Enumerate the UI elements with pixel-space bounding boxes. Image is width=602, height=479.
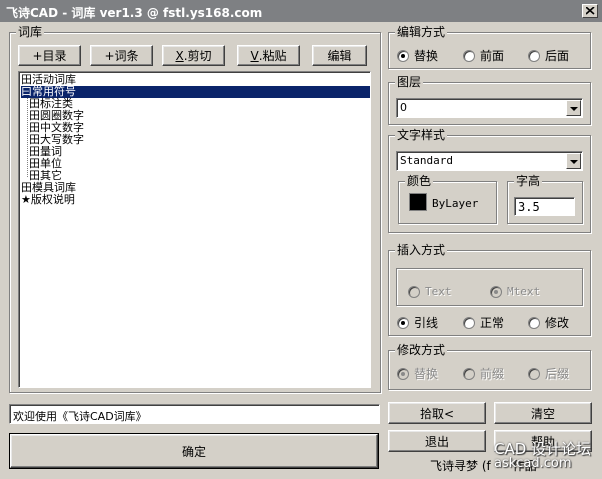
author-credit-text: 飞诗寻梦 (f bbox=[430, 459, 491, 473]
ok-button[interactable]: 确定 bbox=[9, 433, 379, 469]
color-swatch[interactable] bbox=[409, 193, 427, 211]
tree-node-common-symbols[interactable]: 曰常用符号 bbox=[21, 86, 370, 98]
library-tree[interactable]: 田活动词库 曰常用符号 田标注类 田圆圈数字 田中文数字 田大写数字 田量词 田… bbox=[18, 71, 371, 388]
paste-label: .粘贴 bbox=[258, 49, 287, 63]
text-type-mtext-label: Mtext bbox=[507, 285, 541, 298]
text-style-select[interactable]: Standard bbox=[396, 151, 583, 171]
modify-mode-prefix-radio[interactable]: 前缀 bbox=[463, 365, 504, 382]
edit-mode-after-radio[interactable]: 后面 bbox=[528, 47, 569, 64]
modify-mode-suffix-radio[interactable]: 后缀 bbox=[528, 365, 569, 382]
layer-dropdown-arrow-icon[interactable] bbox=[566, 100, 581, 116]
radio-dot bbox=[463, 316, 475, 329]
clear-button[interactable]: 清空 bbox=[494, 402, 592, 424]
modify-mode-prefix-label: 前缀 bbox=[480, 367, 505, 381]
modify-mode-replace-label: 替换 bbox=[414, 367, 439, 381]
layer-value: 0 bbox=[396, 98, 583, 118]
edit-mode-label: 编辑方式 bbox=[395, 25, 448, 39]
watermark-site: askcad.com bbox=[494, 456, 572, 471]
cut-button[interactable]: X .剪切 bbox=[162, 45, 225, 66]
radio-dot bbox=[408, 285, 420, 298]
text-style-dropdown-arrow-icon[interactable] bbox=[566, 153, 581, 169]
radio-dot bbox=[397, 49, 409, 62]
modify-mode-suffix-label: 后缀 bbox=[545, 367, 570, 381]
radio-dot bbox=[490, 285, 502, 298]
title-bar[interactable]: 飞诗CAD - 词库 ver1.3 @ fstl.ys168.com bbox=[0, 0, 602, 22]
close-button[interactable] bbox=[582, 4, 598, 18]
cut-label: .剪切 bbox=[183, 49, 212, 63]
edit-mode-before-label: 前面 bbox=[480, 49, 505, 63]
color-value[interactable]: ByLayer bbox=[432, 197, 478, 210]
radio-dot bbox=[528, 49, 540, 62]
insert-mode-normal-radio[interactable]: 正常 bbox=[463, 314, 504, 331]
insert-mode-modify-radio[interactable]: 修改 bbox=[528, 314, 569, 331]
status-message: 欢迎使用《飞诗CAD词库》 bbox=[9, 404, 380, 424]
library-group-label: 词库 bbox=[16, 25, 45, 39]
radio-dot bbox=[397, 367, 409, 380]
radio-dot bbox=[463, 49, 475, 62]
radio-dot bbox=[528, 367, 540, 380]
add-directory-button[interactable]: +目录 bbox=[18, 45, 81, 66]
text-type-text-label: Text bbox=[425, 285, 452, 298]
main-window: 飞诗CAD - 词库 ver1.3 @ fstl.ys168.com 词库 +目… bbox=[0, 0, 602, 479]
paste-button[interactable]: V .粘贴 bbox=[237, 45, 300, 66]
paste-shortcut-key: V bbox=[250, 48, 259, 63]
edit-mode-replace-radio[interactable]: 替换 bbox=[397, 47, 438, 64]
insert-mode-label: 插入方式 bbox=[395, 243, 448, 257]
text-style-label: 文字样式 bbox=[395, 128, 448, 142]
text-type-text-radio[interactable]: Text bbox=[408, 285, 452, 298]
close-icon bbox=[586, 7, 595, 15]
edit-mode-before-radio[interactable]: 前面 bbox=[463, 47, 504, 64]
text-style-value: Standard bbox=[396, 151, 583, 171]
add-entry-button[interactable]: +词条 bbox=[90, 45, 153, 66]
insert-mode-modify-label: 修改 bbox=[545, 316, 570, 330]
exit-button[interactable]: 退出 bbox=[388, 430, 486, 452]
radio-dot bbox=[528, 316, 540, 329]
edit-mode-after-label: 后面 bbox=[545, 49, 570, 63]
text-type-mtext-radio[interactable]: Mtext bbox=[490, 285, 540, 298]
modify-mode-replace-radio[interactable]: 替换 bbox=[397, 365, 438, 382]
layer-select[interactable]: 0 bbox=[396, 98, 583, 118]
radio-dot bbox=[397, 316, 409, 329]
layer-label: 图层 bbox=[395, 75, 424, 89]
edit-mode-replace-label: 替换 bbox=[414, 49, 439, 63]
modify-mode-label: 修改方式 bbox=[395, 343, 448, 357]
insert-mode-leader-radio[interactable]: 引线 bbox=[397, 314, 438, 331]
color-label: 颜色 bbox=[405, 174, 434, 188]
tree-branch-line bbox=[27, 97, 28, 177]
insert-mode-normal-label: 正常 bbox=[480, 316, 505, 330]
tree-node-copyright[interactable]: ★版权说明 bbox=[21, 194, 75, 206]
pick-button[interactable]: 拾取< bbox=[388, 402, 486, 424]
edit-button[interactable]: 编辑 bbox=[312, 45, 367, 66]
font-height-input[interactable]: 3.5 bbox=[514, 197, 575, 216]
radio-dot bbox=[463, 367, 475, 380]
font-height-label: 字高 bbox=[514, 174, 543, 188]
insert-mode-leader-label: 引线 bbox=[414, 316, 439, 330]
cut-shortcut-key: X bbox=[175, 48, 184, 63]
window-title: 飞诗CAD - 词库 ver1.3 @ fstl.ys168.com bbox=[6, 6, 263, 20]
